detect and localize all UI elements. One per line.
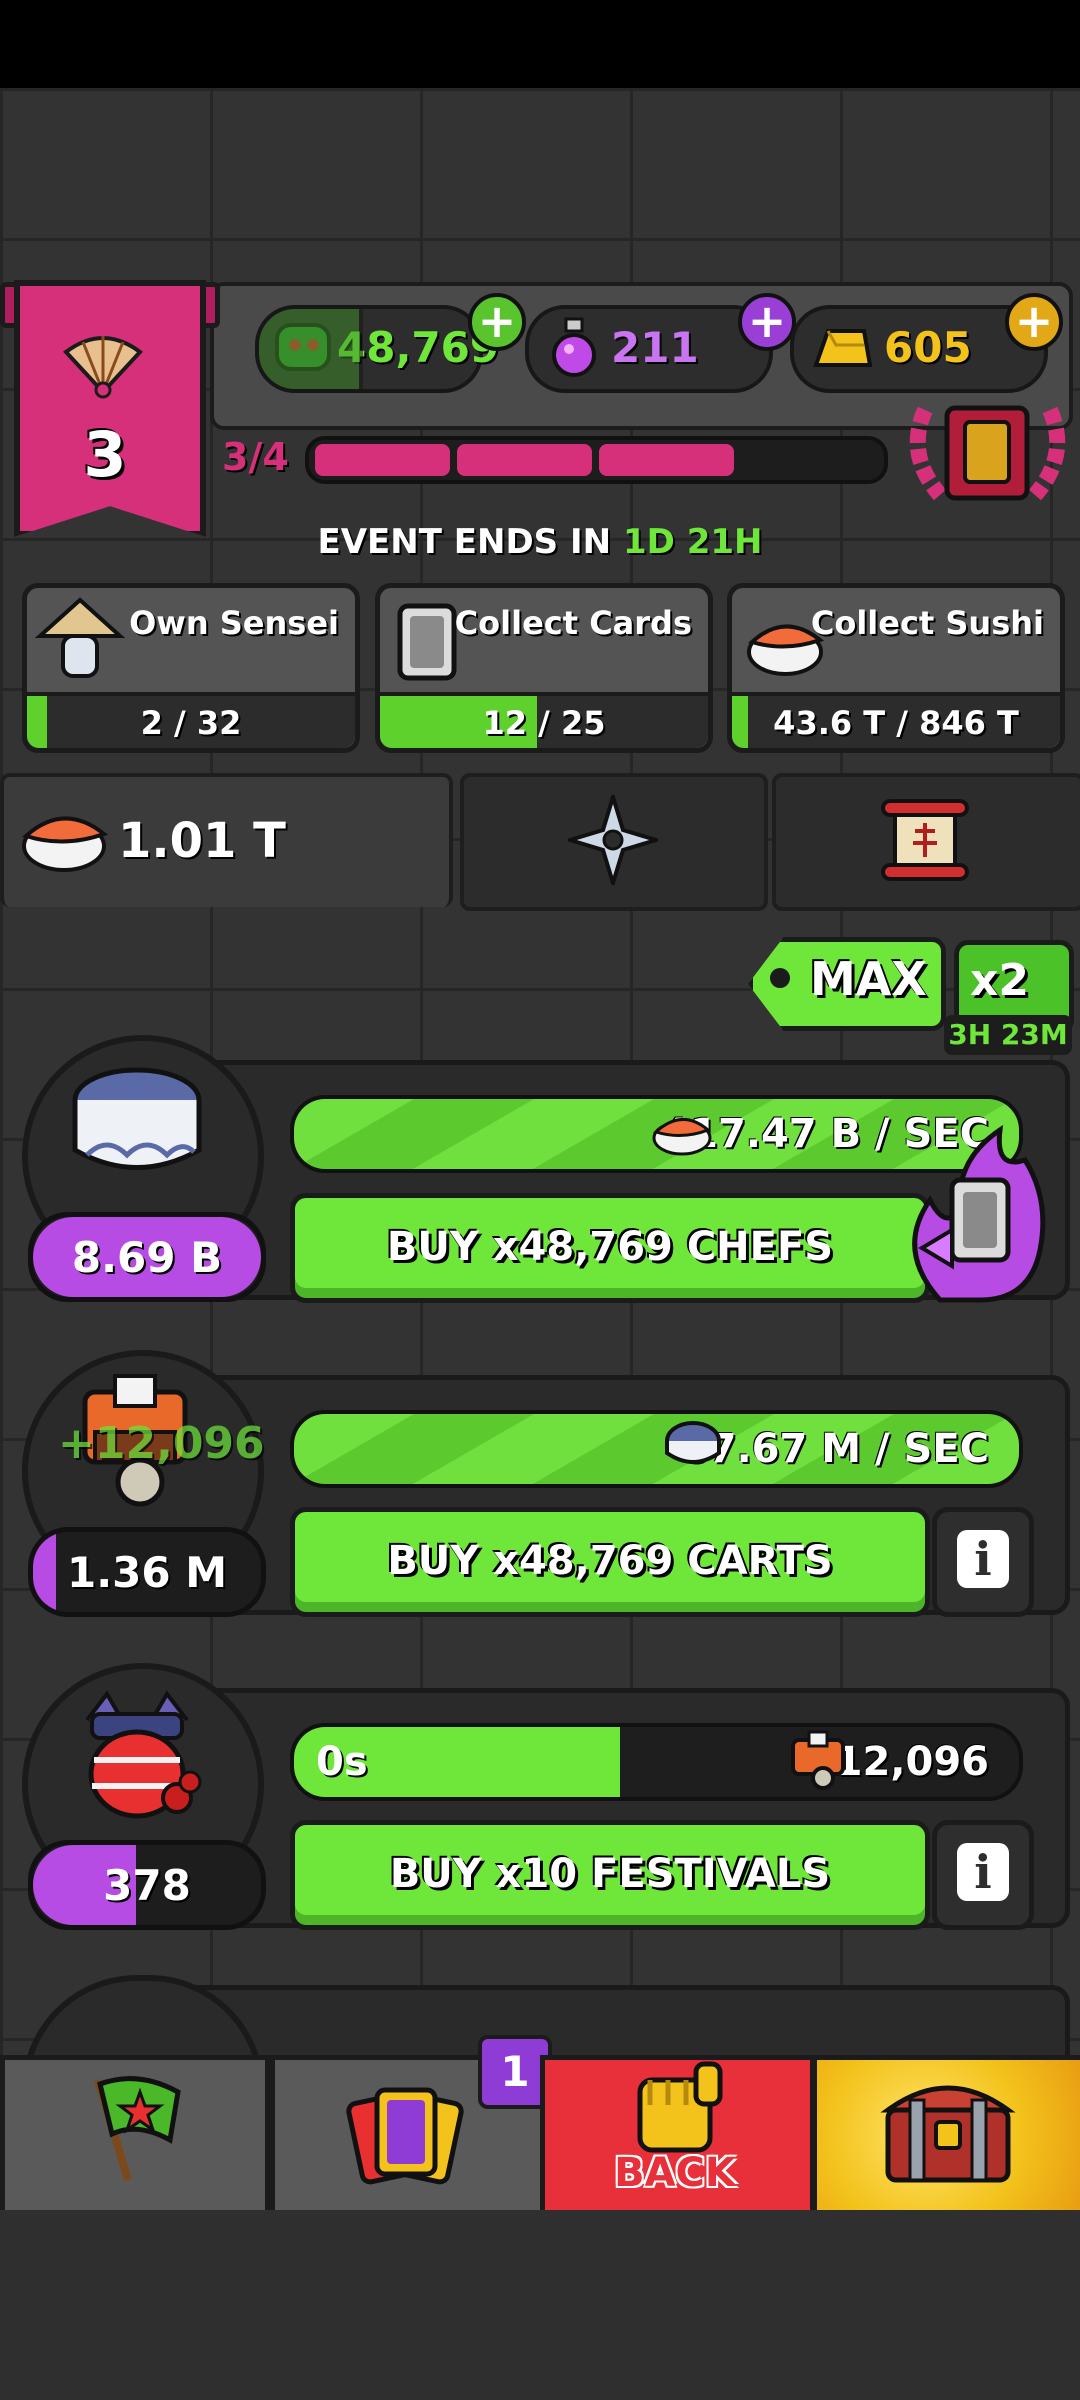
- quest-collect-sushi[interactable]: Collect Sushi 43.6 T / 846 T: [727, 583, 1065, 753]
- chef-hat-icon: [665, 1421, 721, 1464]
- gold-bar-icon: [813, 329, 873, 367]
- quest-progress-bar: 43.6 T / 846 T: [732, 692, 1060, 748]
- festival-income-bar: 0s 12,096: [290, 1723, 1023, 1801]
- potion-icon: [552, 317, 596, 377]
- quest-progress-text: 43.6 T / 846 T: [773, 704, 1019, 742]
- festival-info-button[interactable]: i: [932, 1820, 1034, 1930]
- bottom-wall-area: [0, 2210, 1080, 2400]
- cart-cost-value: 1.36 M: [66, 1548, 228, 1597]
- x2-boost-timer: 3H 23M: [944, 1015, 1072, 1055]
- level-progress-label: 3/4: [222, 435, 289, 479]
- quest-progress-bar: 12 / 25: [380, 692, 708, 748]
- tag-hole: [770, 968, 790, 988]
- quest-progress-bar: 2 / 32: [27, 692, 355, 748]
- event-hours: 21H: [686, 522, 763, 562]
- info-icon: i: [957, 1530, 1009, 1588]
- quest-title: Own Sensei: [129, 604, 339, 642]
- festival-income-text: 12,096: [834, 1739, 989, 1785]
- chef-hat-icon: [72, 1067, 202, 1170]
- card-icon: [397, 603, 457, 681]
- cart-income-text: 87.67 M / SEC: [680, 1426, 989, 1472]
- sushi-icon: [652, 1118, 712, 1156]
- level-number: 3: [83, 418, 127, 491]
- buy-carts-button[interactable]: BUY x48,769 CARTS: [290, 1507, 930, 1617]
- event-ends-text: EVENT ENDS IN: [317, 522, 612, 562]
- scroll-icon: [881, 799, 969, 881]
- sushi-total-value: 1.01 T: [118, 813, 286, 869]
- level-progress-segment: [315, 444, 450, 476]
- quest-title: Collect Cards: [454, 604, 692, 642]
- fan-icon: [63, 336, 143, 399]
- reward-card-laurel-icon[interactable]: [905, 400, 1070, 505]
- event-ends-label: EVENT ENDS IN 1D 21H: [0, 522, 1080, 562]
- quest-title: Collect Sushi: [810, 604, 1044, 642]
- chef-cost-value: 8.69 B: [71, 1233, 223, 1282]
- max-button-label: MAX: [810, 952, 927, 1006]
- food-cart-icon: [791, 1730, 845, 1790]
- level-banner[interactable]: [14, 280, 206, 537]
- festival-lantern-icon: [85, 1690, 202, 1819]
- add-gold-button[interactable]: +: [1005, 293, 1063, 351]
- event-days: 1D: [622, 522, 675, 562]
- green-currency-fill: [255, 305, 363, 393]
- sensei-icon: [35, 597, 125, 678]
- x2-boost-label: x2: [970, 955, 1029, 1006]
- status-bar: [0, 0, 1080, 88]
- cards-icon: [346, 2087, 464, 2185]
- buy-carts-label: BUY x48,769 CARTS: [387, 1538, 833, 1584]
- festival-timer: 0s: [316, 1739, 368, 1785]
- level-progress-segment: [599, 444, 734, 476]
- add-green-currency-button[interactable]: +: [468, 293, 526, 351]
- cart-info-button[interactable]: i: [932, 1507, 1034, 1617]
- potion-currency-value: 211: [611, 323, 699, 372]
- level-progress-segment: [457, 444, 592, 476]
- gold-currency-value: 605: [884, 323, 972, 372]
- add-potion-button[interactable]: +: [738, 293, 796, 351]
- festival-cost-pill: 378: [28, 1840, 266, 1930]
- info-icon: i: [957, 1843, 1009, 1901]
- chef-cost-pill: 8.69 B: [28, 1212, 266, 1302]
- buy-chefs-label: BUY x48,769 CHEFS: [386, 1224, 834, 1270]
- quest-collect-cards[interactable]: Collect Cards 12 / 25: [375, 583, 713, 753]
- fist-icon: [637, 2061, 723, 2153]
- card-upgrade-flame-icon[interactable]: [900, 1100, 1050, 1310]
- potion-currency-box[interactable]: 211: [525, 305, 773, 393]
- quest-progress-text: 12 / 25: [482, 704, 606, 742]
- buy-festivals-button[interactable]: BUY x10 FESTIVALS: [290, 1820, 930, 1930]
- cart-cost-pill: 1.36 M: [28, 1527, 266, 1617]
- festival-cost-value: 378: [103, 1861, 191, 1910]
- level-progress-bar: [305, 436, 888, 484]
- flag-icon: [94, 2076, 181, 2182]
- cart-income-bar: 87.67 M / SEC: [290, 1410, 1023, 1488]
- quest-progress-text: 2 / 32: [140, 704, 242, 742]
- sushi-icon: [22, 816, 109, 872]
- shuriken-icon: [568, 795, 658, 885]
- quest-own-sensei[interactable]: Own Sensei 2 / 32: [22, 583, 360, 753]
- treasure-chest-icon: [880, 2085, 1016, 2183]
- back-label: BACK: [614, 2150, 736, 2196]
- buy-chefs-button[interactable]: BUY x48,769 CHEFS: [290, 1193, 930, 1303]
- floating-income-text: +12,096: [58, 1418, 265, 1469]
- buy-festivals-label: BUY x10 FESTIVALS: [389, 1851, 831, 1897]
